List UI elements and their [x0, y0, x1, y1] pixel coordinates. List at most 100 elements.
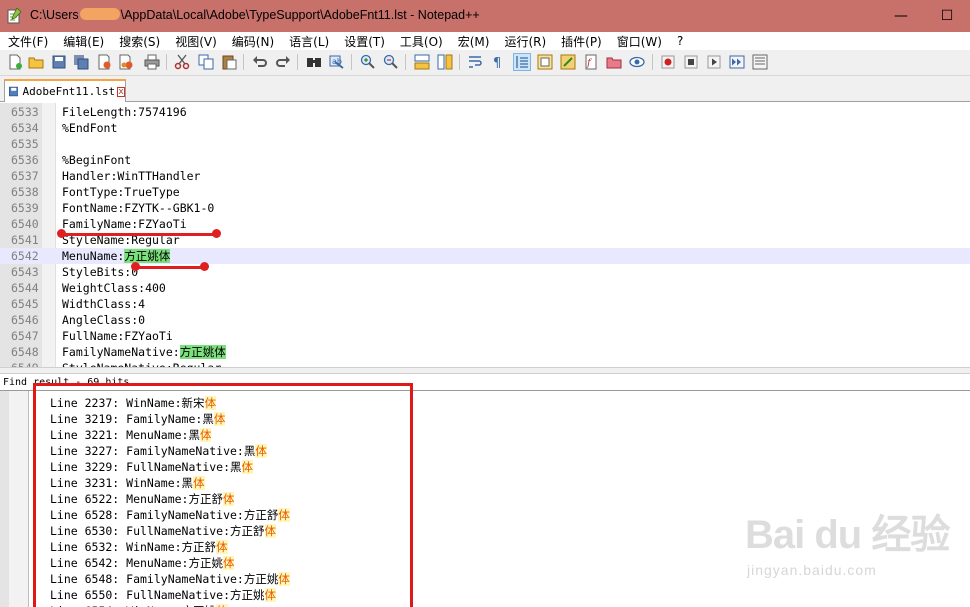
baidu-jingyan-watermark: Bai du 经验 jingyan.baidu.com	[745, 500, 955, 590]
line-number: 6548	[11, 345, 39, 359]
menu-plugins[interactable]: 插件(P)	[553, 33, 609, 50]
panel-splitter[interactable]	[0, 367, 970, 374]
line-text: FullName:FZYaoTi	[62, 329, 173, 343]
editor-line[interactable]: 6539 FontName:FZYTK--GBK1-0	[0, 200, 970, 216]
word-wrap-icon[interactable]	[466, 53, 484, 71]
line-number: 6534	[11, 121, 39, 135]
tab-bar: AdobeFnt11.lst x	[0, 76, 970, 102]
stop-macro-icon[interactable]	[682, 53, 700, 71]
editor-line[interactable]: 6548 FamilyNameNative:方正姚体	[0, 344, 970, 360]
paste-icon[interactable]	[220, 53, 238, 71]
line-number: 6547	[11, 329, 39, 343]
annotation-dot	[57, 229, 66, 238]
menu-view[interactable]: 视图(V)	[167, 33, 224, 50]
print-icon[interactable]	[143, 53, 161, 71]
line-text: FontType:TrueType	[62, 185, 180, 199]
line-number: 6539	[11, 201, 39, 215]
svg-text:ab: ab	[332, 57, 342, 66]
menu-window[interactable]: 窗口(W)	[609, 33, 669, 50]
doc-map-icon[interactable]	[536, 53, 554, 71]
watermark-logo: Bai du 经验	[745, 513, 950, 557]
tab-adobefnt11[interactable]: AdobeFnt11.lst x	[4, 79, 126, 102]
annotation-dot	[212, 229, 221, 238]
menu-encoding[interactable]: 编码(N)	[224, 33, 281, 50]
editor-line[interactable]: 6538 FontType:TrueType	[0, 184, 970, 200]
menu-language[interactable]: 语言(L)	[281, 33, 336, 50]
editor-line[interactable]: 6537 Handler:WinTTHandler	[0, 168, 970, 184]
menu-settings[interactable]: 设置(T)	[336, 33, 392, 50]
editor-line[interactable]: 6540 FamilyName:FZYaoTi	[0, 216, 970, 232]
annotation-dot	[131, 262, 140, 271]
zoom-in-icon[interactable]	[359, 53, 377, 71]
line-number: 6545	[11, 297, 39, 311]
menu-bar: 文件(F) 编辑(E) 搜索(S) 视图(V) 编码(N) 语言(L) 设置(T…	[0, 32, 970, 50]
line-number: 6537	[11, 169, 39, 183]
editor-line[interactable]: 6545 WidthClass:4	[0, 296, 970, 312]
notepad-plus-plus-icon	[7, 8, 22, 24]
line-text: MenuName:方正姚体	[62, 249, 171, 263]
line-text: AngleClass:0	[62, 313, 146, 327]
menu-file[interactable]: 文件(F)	[0, 33, 55, 50]
indent-guide-icon[interactable]	[513, 53, 531, 71]
editor-line[interactable]: 6534 %EndFont	[0, 120, 970, 136]
line-number: 6549	[0, 360, 42, 367]
line-number: 6533	[11, 105, 39, 119]
editor-line[interactable]: 6547 FullName:FZYaoTi	[0, 328, 970, 344]
editor-line[interactable]: 6533 FileLength:7574196	[0, 104, 970, 120]
save-icon[interactable]	[50, 53, 68, 71]
line-text: %BeginFont	[62, 153, 132, 167]
replace-icon[interactable]: ab	[328, 53, 346, 71]
editor-line[interactable]: 6542 MenuName:方正姚体	[0, 248, 970, 264]
line-text: StyleBits:0	[62, 265, 139, 279]
line-number: 6536	[11, 153, 39, 167]
open-file-icon[interactable]	[27, 53, 45, 71]
menu-run[interactable]: 运行(R)	[496, 33, 553, 50]
tab-label: AdobeFnt11.lst	[22, 85, 116, 98]
highlighted-text: 方正姚体	[124, 249, 171, 263]
annotation-dot	[200, 262, 209, 271]
editor-line[interactable]: 6544 WeightClass:400	[0, 280, 970, 296]
monitoring-icon[interactable]	[605, 53, 623, 71]
editor-line[interactable]: 6549 StyleNameNative:Regular	[0, 360, 970, 367]
sync-horizontal-icon[interactable]	[436, 53, 454, 71]
record-macro-icon[interactable]	[659, 53, 677, 71]
line-number: 6543	[11, 265, 39, 279]
save-all-icon[interactable]	[72, 53, 90, 71]
new-file-icon[interactable]	[6, 53, 24, 71]
folder-workspace-icon[interactable]: f	[582, 53, 600, 71]
minimize-button[interactable]: —	[878, 0, 924, 32]
play-macro-icon[interactable]	[705, 53, 723, 71]
redo-icon[interactable]	[274, 53, 292, 71]
copy-icon[interactable]	[197, 53, 215, 71]
eye-icon[interactable]	[628, 53, 646, 71]
menu-tools[interactable]: 工具(O)	[392, 33, 450, 50]
find-icon[interactable]	[305, 53, 323, 71]
close-icon[interactable]	[95, 53, 113, 71]
show-all-chars-icon[interactable]: ¶	[489, 53, 507, 71]
annotation-underline	[62, 233, 218, 236]
zoom-out-icon[interactable]	[382, 53, 400, 71]
menu-macro[interactable]: 宏(M)	[450, 33, 497, 50]
line-number: 6538	[11, 185, 39, 199]
tab-close-icon[interactable]: x	[117, 86, 125, 97]
menu-edit[interactable]: 编辑(E)	[55, 33, 111, 50]
line-text: WeightClass:400	[62, 281, 166, 295]
editor-line[interactable]: 6536 %BeginFont	[0, 152, 970, 168]
line-number: 6540	[11, 217, 39, 231]
highlighted-text: 方正姚体	[179, 345, 226, 359]
sync-vertical-icon[interactable]	[413, 53, 431, 71]
editor-line[interactable]: 6546 AngleClass:0	[0, 312, 970, 328]
line-text: FamilyNameNative:方正姚体	[62, 345, 226, 359]
run-macro-multiple-icon[interactable]	[728, 53, 746, 71]
cut-icon[interactable]	[173, 53, 191, 71]
menu-search[interactable]: 搜索(S)	[111, 33, 167, 50]
undo-icon[interactable]	[251, 53, 269, 71]
save-macro-icon[interactable]	[751, 53, 769, 71]
annotation-box	[33, 383, 413, 607]
function-list-icon[interactable]	[559, 53, 577, 71]
close-all-icon[interactable]	[117, 53, 135, 71]
menu-help[interactable]: ?	[669, 34, 690, 48]
editor-line[interactable]: 6535	[0, 136, 970, 152]
maximize-button[interactable]: ☐	[924, 0, 970, 32]
toolbar: ab ¶ f	[0, 50, 970, 76]
